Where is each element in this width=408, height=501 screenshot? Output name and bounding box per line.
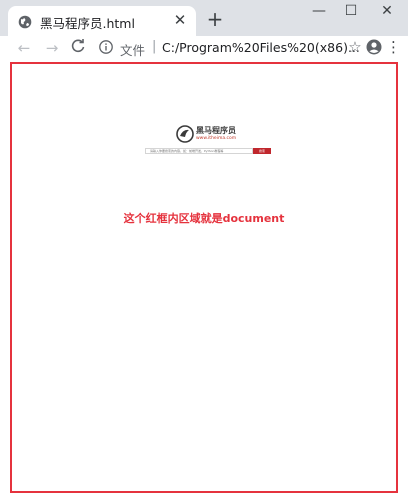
document-note: 这个红框内区域就是document <box>123 212 285 225</box>
new-tab-button[interactable]: + <box>204 8 226 30</box>
address-bar[interactable]: 文件 | C:/Program%20Files%20(x86)... <box>92 36 360 60</box>
scheme-label: 文件 <box>120 43 146 58</box>
back-button[interactable]: ← <box>14 38 34 58</box>
bookmark-star-icon[interactable]: ☆ <box>346 38 364 56</box>
forward-button[interactable]: → <box>42 38 62 58</box>
tab-strip: 黑马程序员.html ✕ + — ☐ ✕ <box>0 0 408 36</box>
logo-name: 黑马程序员 <box>196 126 236 135</box>
info-icon[interactable] <box>98 39 114 55</box>
close-tab-icon[interactable]: ✕ <box>172 12 188 28</box>
search-field[interactable] <box>145 148 256 154</box>
minimize-button[interactable]: — <box>304 2 334 20</box>
close-window-button[interactable]: ✕ <box>372 2 402 20</box>
profile-avatar-icon[interactable] <box>366 39 382 55</box>
url-text[interactable]: C:/Program%20Files%20(x86)... <box>162 40 360 55</box>
menu-icon[interactable]: ⋮ <box>386 38 401 56</box>
globe-icon <box>18 14 32 29</box>
reload-button[interactable] <box>68 38 88 58</box>
logo-domain: www.itheima.com <box>196 136 237 141</box>
document-area: 黑马程序员 www.itheima.com 搜索 这个红框内区域就是docume… <box>10 62 398 493</box>
tab-title: 黑马程序员.html <box>40 16 135 31</box>
search-input[interactable] <box>146 149 256 153</box>
search-button[interactable]: 搜索 <box>253 148 271 154</box>
maximize-button[interactable]: ☐ <box>336 2 366 20</box>
tab-active[interactable]: 黑马程序员.html ✕ <box>8 6 196 36</box>
reload-icon <box>71 39 85 53</box>
site-logo[interactable]: 黑马程序员 www.itheima.com <box>176 123 248 145</box>
browser-window: 黑马程序员.html ✕ + — ☐ ✕ ← → 文件 | C:/Program… <box>0 0 408 501</box>
logo-mark-icon <box>176 125 194 143</box>
address-separator: | <box>152 39 157 54</box>
